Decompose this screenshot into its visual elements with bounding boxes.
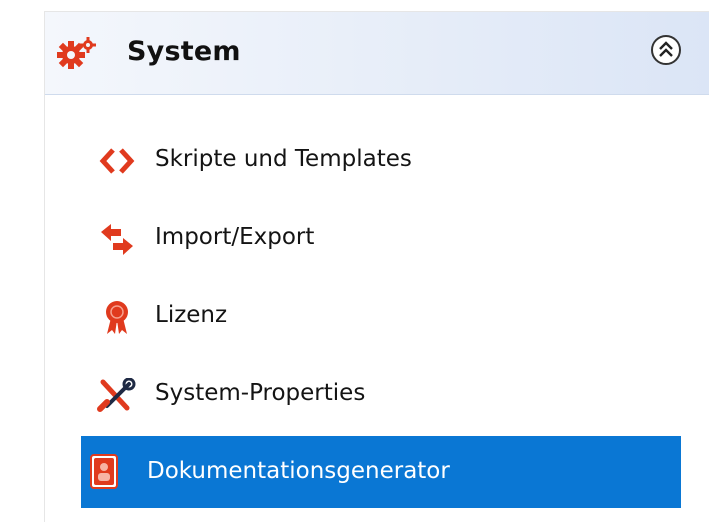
nav-item-label: System-Properties: [155, 380, 366, 406]
nav-item-label: Dokumentationsgenerator: [147, 458, 450, 484]
system-navigation-panel: System Skripte und Templates Import/Expo…: [44, 11, 709, 522]
nav-item-scripts-templates[interactable]: Skripte und Templates: [81, 132, 681, 188]
document-generator-icon: [89, 454, 129, 489]
tools-wrench-screwdriver-icon: [97, 377, 137, 412]
collapse-button[interactable]: [651, 35, 681, 65]
section-header-system[interactable]: System: [45, 12, 709, 95]
double-chevron-up-icon: [659, 41, 673, 57]
nav-item-label: Lizenz: [155, 302, 228, 328]
nav-item-label: Import/Export: [155, 224, 315, 250]
license-award-icon: [97, 300, 137, 334]
nav-item-import-export[interactable]: Import/Export: [81, 210, 681, 266]
code-brackets-icon: [97, 144, 137, 178]
gears-icon: [55, 37, 97, 69]
section-title: System: [127, 36, 241, 67]
import-export-arrows-icon: [97, 222, 137, 256]
nav-item-system-properties[interactable]: System-Properties: [81, 366, 681, 422]
nav-item-documentation-generator[interactable]: Dokumentationsgenerator: [81, 436, 681, 508]
nav-item-license[interactable]: Lizenz: [81, 288, 681, 344]
nav-item-label: Skripte und Templates: [155, 146, 412, 172]
